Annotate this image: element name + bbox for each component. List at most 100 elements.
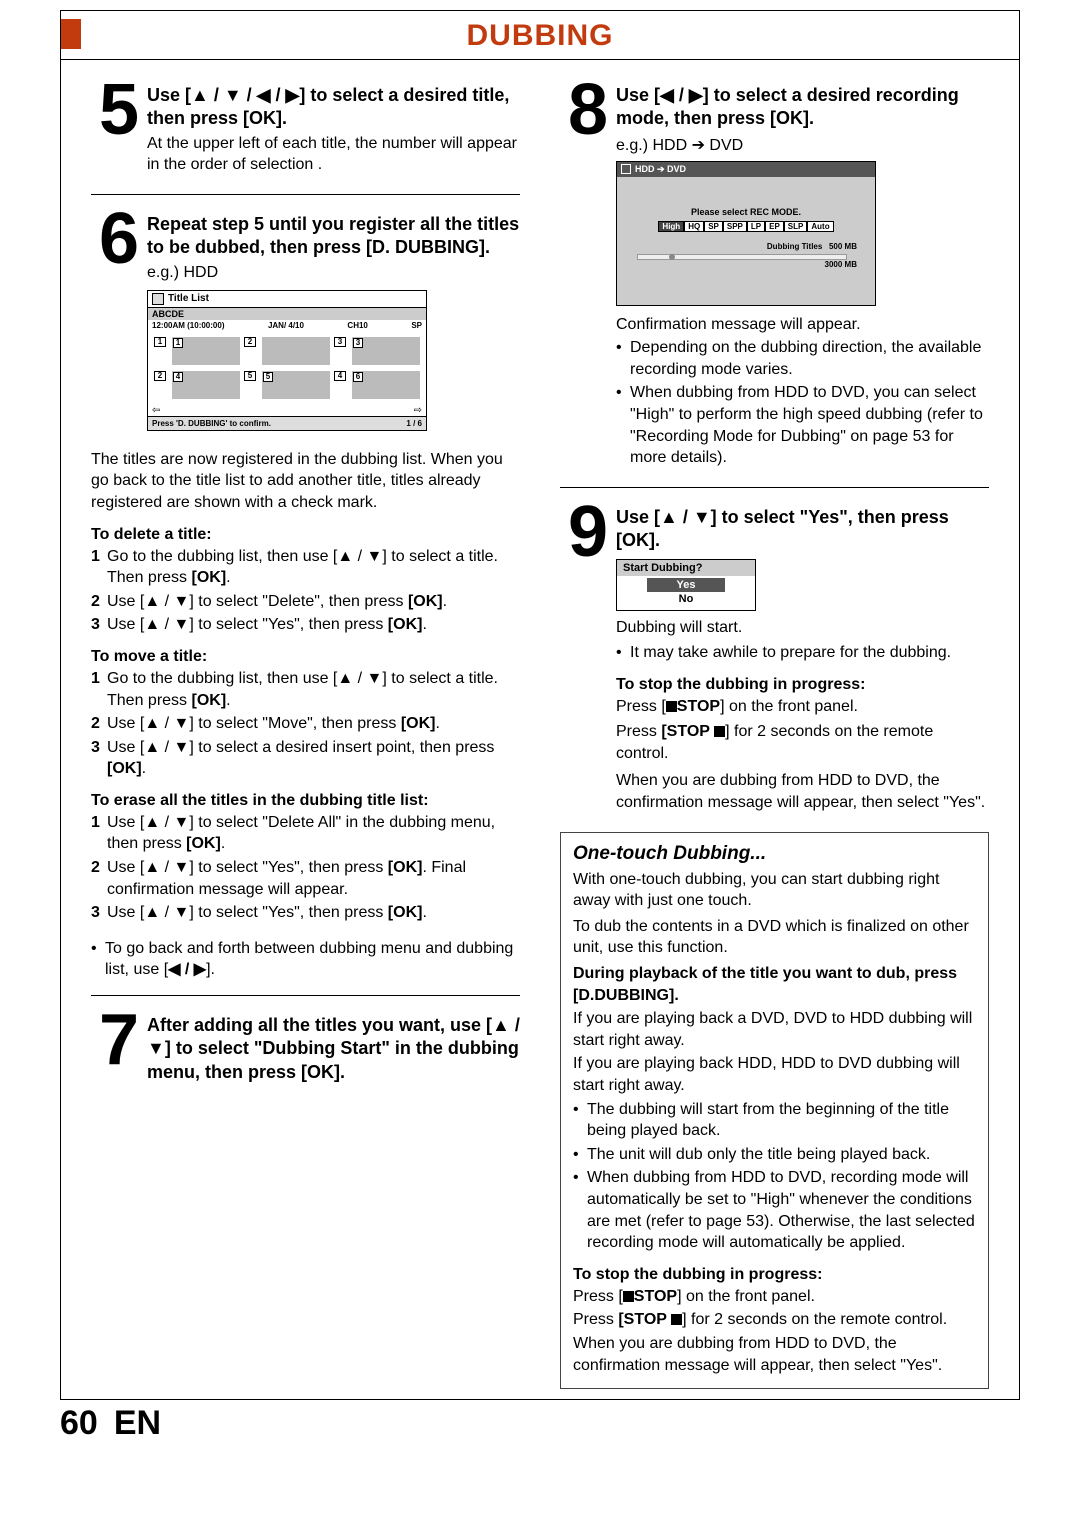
text: Go to the dubbing list, then use [▲ / ▼]… bbox=[107, 668, 520, 711]
text: The dubbing will start from the beginnin… bbox=[587, 1099, 976, 1142]
list-item: 3Use [▲ / ▼] to select "Yes", then press… bbox=[91, 902, 520, 924]
mode-option: SP bbox=[704, 221, 723, 232]
example-label: e.g.) HDD bbox=[147, 264, 520, 282]
mock-meta: 12:00AM (10:00:00) JAN/ 4/10 CH10 SP bbox=[148, 320, 426, 331]
mock-title: Title List bbox=[168, 293, 209, 304]
text: It may take awhile to prepare for the du… bbox=[630, 642, 989, 664]
list-item: 1Go to the dubbing list, then use [▲ / ▼… bbox=[91, 546, 520, 589]
confirm-text: Confirmation message will appear. bbox=[616, 314, 989, 336]
thumb: 4 bbox=[172, 371, 240, 399]
text: Use [ bbox=[147, 85, 191, 105]
num: 3 bbox=[91, 902, 107, 924]
section-title: DUBBING bbox=[61, 11, 1019, 60]
mock-mode: SP bbox=[411, 321, 422, 330]
text: The unit will dub only the title being p… bbox=[587, 1144, 976, 1166]
stop-line-2: Press [STOP ] for 2 seconds on the remot… bbox=[616, 721, 989, 764]
page-frame: DUBBING 5 Use [▲ / ▼ / ◀ / ▶] to select … bbox=[60, 10, 1020, 1400]
tag: 2 bbox=[154, 371, 166, 381]
step-8: 8 Use [◀ / ▶] to select a desired record… bbox=[560, 80, 989, 469]
stop-line-1: Press [STOP] on the front panel. bbox=[616, 696, 989, 718]
step-7: 7 After adding all the titles you want, … bbox=[91, 1010, 520, 1084]
text: When dubbing from HDD to DVD, recording … bbox=[587, 1167, 976, 1253]
left-column: 5 Use [▲ / ▼ / ◀ / ▶] to select a desire… bbox=[91, 80, 520, 1389]
list-item: 1Go to the dubbing list, then use [▲ / ▼… bbox=[91, 668, 520, 711]
mode-option: High bbox=[658, 221, 684, 232]
mock-footer: Press 'D. DUBBING' to confirm. 1 / 6 bbox=[148, 416, 426, 430]
bullet-icon: • bbox=[573, 1167, 587, 1253]
bullet-icon: • bbox=[616, 382, 630, 468]
text: Use [▲ / ▼] to select "Move", then press… bbox=[107, 713, 520, 735]
one-touch-title: One-touch Dubbing... bbox=[573, 843, 976, 865]
tag: 5 bbox=[244, 371, 256, 381]
thumb: 5 bbox=[262, 371, 330, 399]
corner: 6 bbox=[353, 372, 363, 382]
mode-option: LP bbox=[747, 221, 765, 232]
progress-bar bbox=[637, 254, 847, 260]
text: Use [▲ / ▼] to select "Delete All" in th… bbox=[107, 812, 520, 855]
page-footer: 60 EN bbox=[0, 1404, 1080, 1463]
move-list: 1Go to the dubbing list, then use [▲ / ▼… bbox=[91, 668, 520, 780]
mock-grid: 11 2 33 bbox=[148, 331, 426, 371]
title-list-mock: Title List ABCDE 12:00AM (10:00:00) JAN/… bbox=[147, 290, 427, 431]
thumb: 3 bbox=[352, 337, 420, 365]
text: Use [▲ / ▼] to select "Delete", then pre… bbox=[107, 591, 520, 613]
delete-list: 1Go to the dubbing list, then use [▲ / ▼… bbox=[91, 546, 520, 636]
corner: 3 bbox=[353, 338, 363, 348]
bullet-icon: • bbox=[573, 1144, 587, 1166]
text: If you are playing back a DVD, DVD to HD… bbox=[573, 1008, 976, 1051]
num: 2 bbox=[91, 857, 107, 900]
stat-value: 3000 MB bbox=[825, 260, 857, 269]
page-lang: EN bbox=[114, 1404, 161, 1443]
mock-stats: Dubbing Titles 500 MB 3000 MB bbox=[627, 242, 865, 271]
divider bbox=[91, 995, 520, 996]
corner: 4 bbox=[173, 372, 183, 382]
list-item: 2Use [▲ / ▼] to select "Delete", then pr… bbox=[91, 591, 520, 613]
step-subtext: At the upper left of each title, the num… bbox=[147, 133, 520, 176]
right-column: 8 Use [◀ / ▶] to select a desired record… bbox=[560, 80, 989, 1389]
delete-title-heading: To delete a title: bbox=[91, 526, 520, 544]
mock-time: 12:00AM (10:00:00) bbox=[152, 321, 224, 330]
arrow-glyphs: ▲ / ▼ / ◀ / ▶ bbox=[191, 85, 299, 105]
num: 1 bbox=[91, 668, 107, 711]
stop-icon bbox=[671, 1314, 682, 1325]
onetouch-bullets: •The dubbing will start from the beginni… bbox=[573, 1099, 976, 1254]
step-heading: Use [▲ / ▼ / ◀ / ▶] to select a desired … bbox=[147, 84, 520, 131]
list-item: 3Use [▲ / ▼] to select "Yes", then press… bbox=[91, 614, 520, 636]
mock-subheader: ABCDE bbox=[148, 308, 426, 320]
thumb: 1 bbox=[172, 337, 240, 365]
text: When you are dubbing from HDD to DVD, th… bbox=[573, 1333, 976, 1376]
text: Use [▲ / ▼] to select "Yes", then press … bbox=[107, 857, 520, 900]
text: To dub the contents in a DVD which is fi… bbox=[573, 916, 976, 959]
num: 1 bbox=[91, 812, 107, 855]
start-text: Dubbing will start. bbox=[616, 617, 989, 639]
mock-foot-msg: Press 'D. DUBBING' to confirm. bbox=[152, 419, 271, 428]
num: 1 bbox=[91, 546, 107, 589]
stop-heading: To stop the dubbing in progress: bbox=[573, 1266, 976, 1284]
bullet-icon: • bbox=[91, 938, 105, 981]
step9-para: When you are dubbing from HDD to DVD, th… bbox=[616, 770, 989, 813]
text: Use [▲ / ▼] to select "Yes", then press … bbox=[107, 614, 520, 636]
tag: 2 bbox=[244, 337, 256, 347]
mock-arrows: ⇦⇨ bbox=[148, 405, 426, 416]
stop-line-2: Press [STOP ] for 2 seconds on the remot… bbox=[573, 1309, 976, 1331]
page-number: 60 bbox=[60, 1404, 98, 1443]
mock-footer bbox=[617, 279, 875, 305]
bullet-icon: • bbox=[573, 1099, 587, 1142]
tag: 1 bbox=[154, 337, 166, 347]
text: If you are playing back HDD, HDD to DVD … bbox=[573, 1053, 976, 1096]
option-yes: Yes bbox=[647, 578, 725, 592]
stop-heading: To stop the dubbing in progress: bbox=[616, 676, 989, 694]
num: 3 bbox=[91, 614, 107, 636]
during-heading: During playback of the title you want to… bbox=[573, 963, 976, 1006]
step-heading: Use [▲ / ▼] to select "Yes", then press … bbox=[616, 506, 989, 553]
mock-foot-page: 1 / 6 bbox=[406, 419, 422, 428]
left-arrow-icon: ⇦ bbox=[152, 405, 160, 416]
num: 3 bbox=[91, 737, 107, 780]
text: With one-touch dubbing, you can start du… bbox=[573, 869, 976, 912]
step6-paragraph: The titles are now registered in the dub… bbox=[91, 449, 520, 514]
stat-label: Dubbing Titles bbox=[767, 242, 822, 251]
step-number: 9 bbox=[560, 502, 616, 563]
step-number: 5 bbox=[91, 80, 147, 141]
corner: 5 bbox=[263, 372, 273, 382]
list-item: 2Use [▲ / ▼] to select "Move", then pres… bbox=[91, 713, 520, 735]
